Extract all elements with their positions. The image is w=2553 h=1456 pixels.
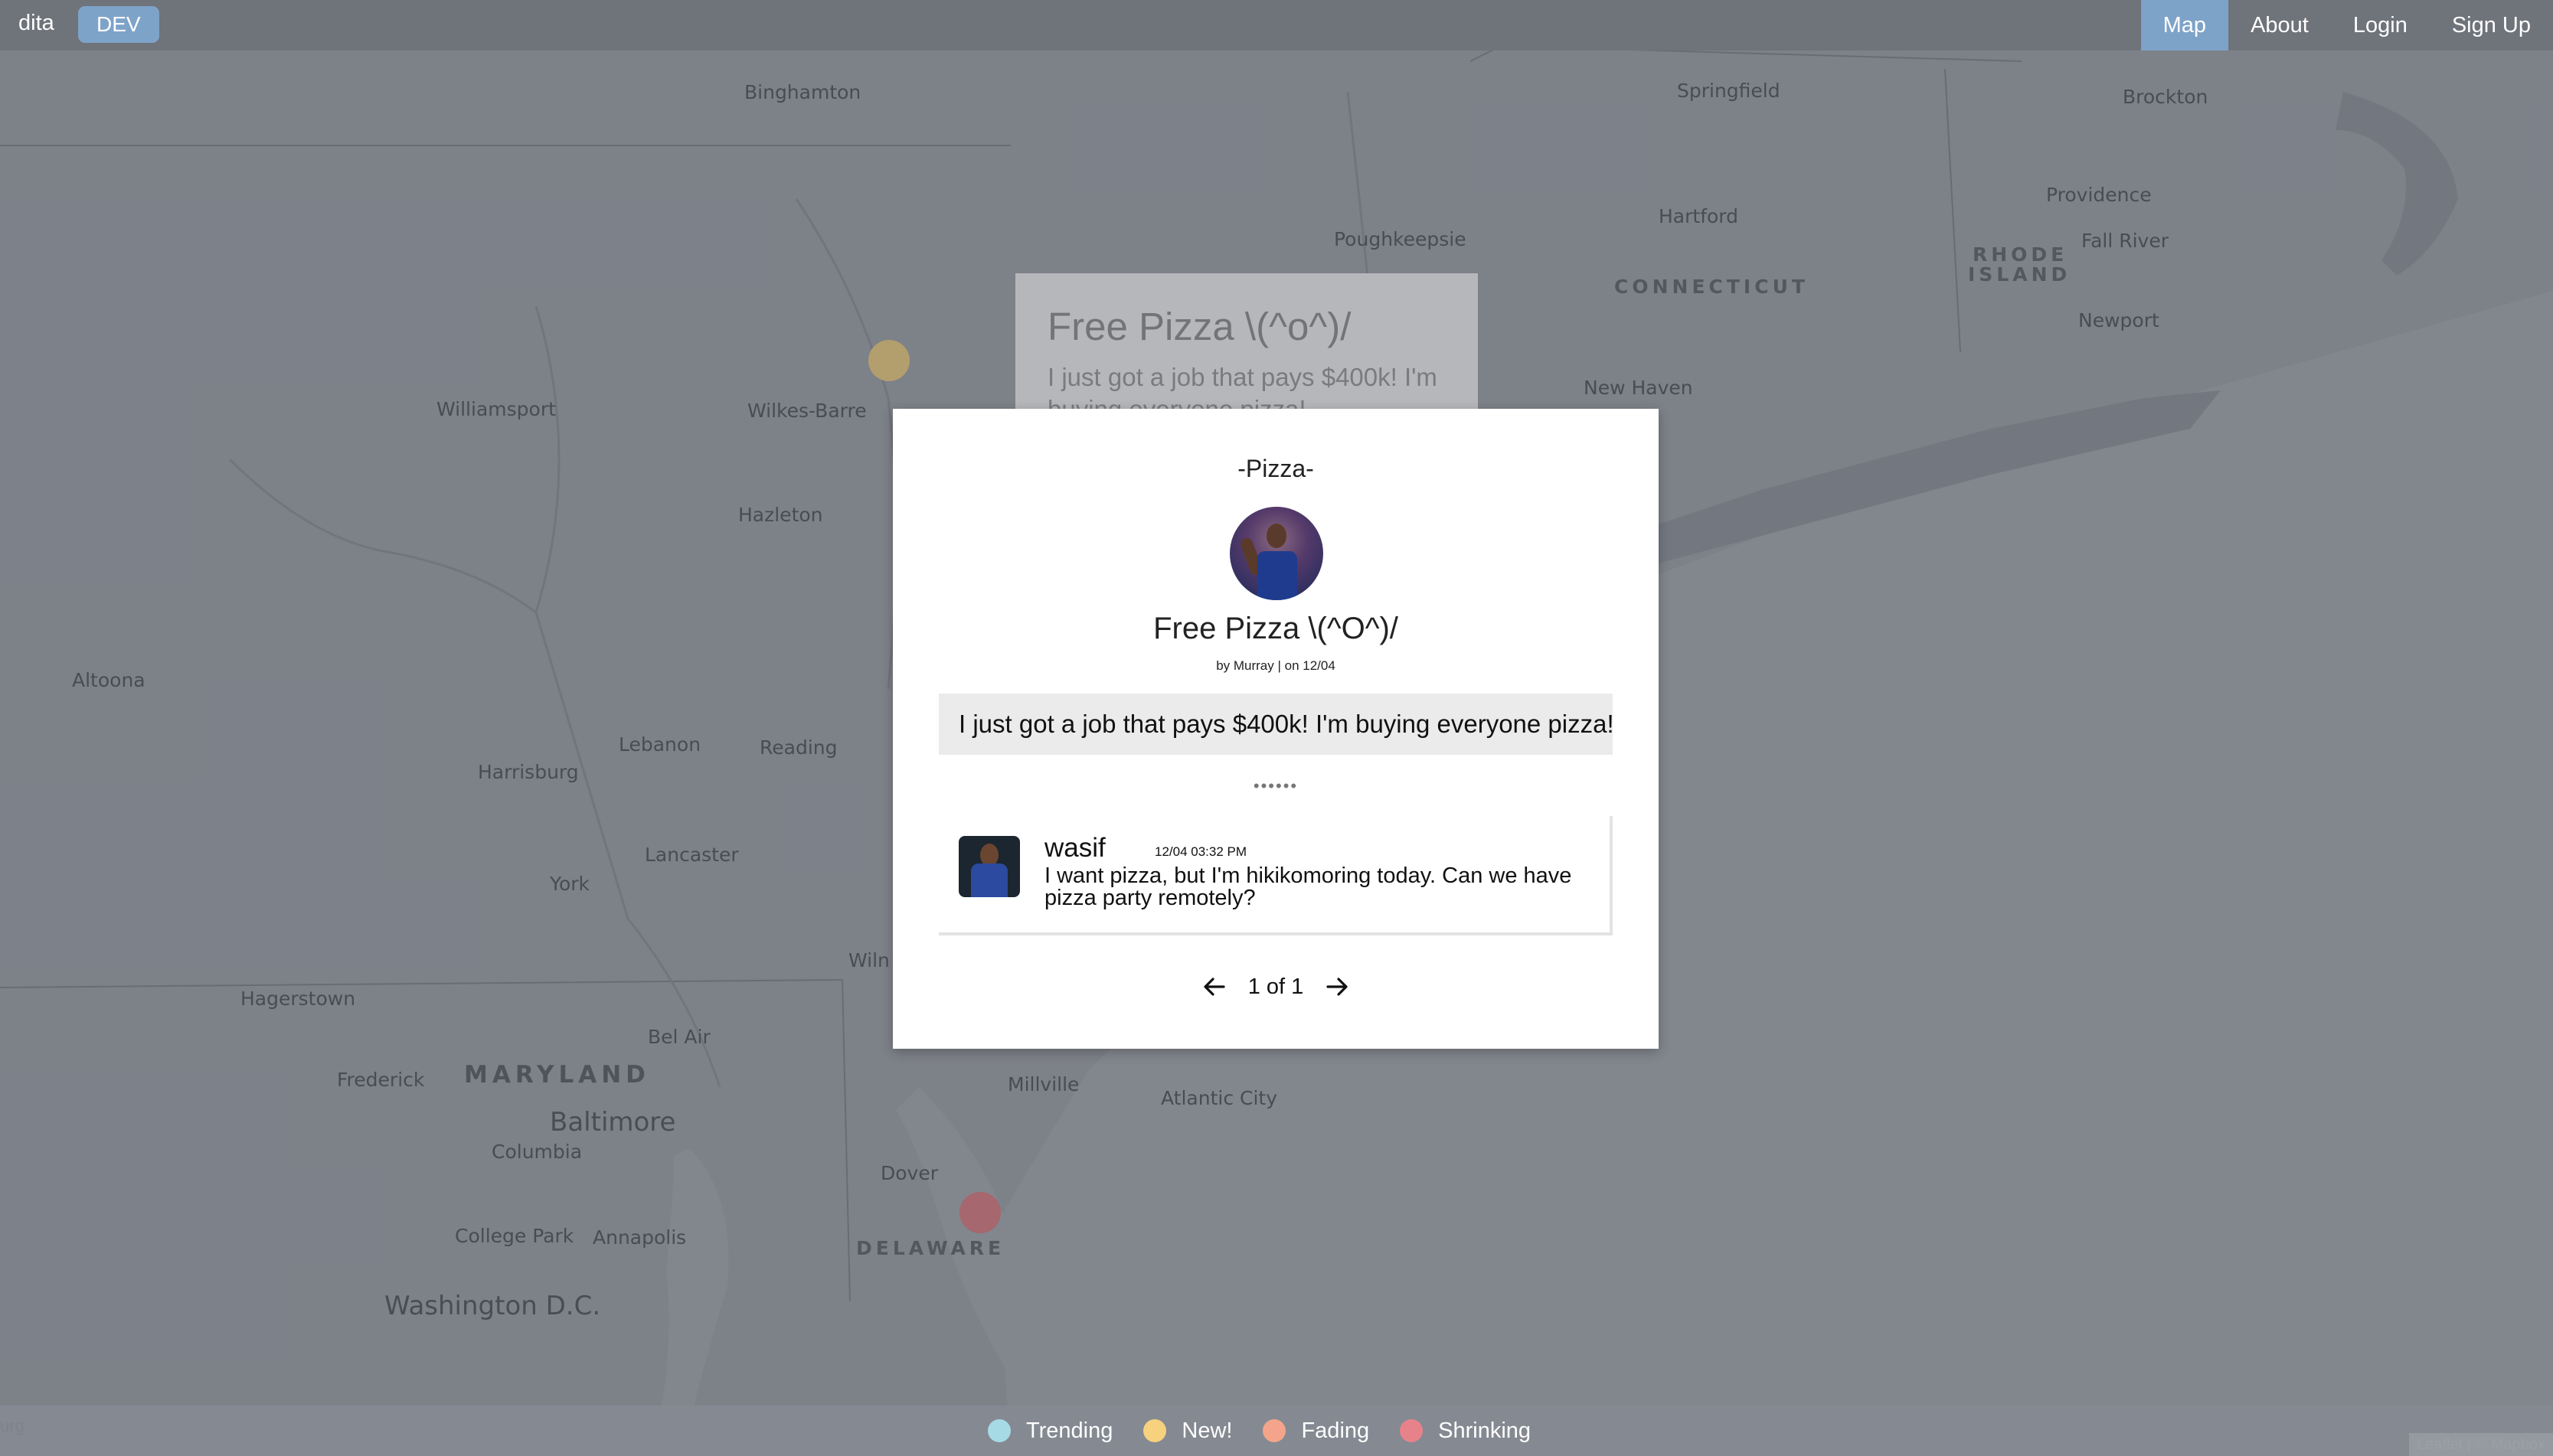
- nav-map[interactable]: Map: [2140, 0, 2229, 51]
- post-modal: -Pizza- Free Pizza \(^O^)/ by Murray | o…: [893, 409, 1659, 1049]
- nav-menu: Map About Login Sign Up: [2140, 0, 2553, 51]
- legend-trending: Trending: [988, 1418, 1113, 1444]
- arrow-left-icon[interactable]: [1199, 971, 1230, 1002]
- top-navbar: dita DEV Map About Login Sign Up: [0, 0, 2553, 51]
- comment-pager: 1 of 1: [893, 968, 1659, 1006]
- shrinking-dot-icon: [1400, 1419, 1424, 1442]
- nav-login[interactable]: Login: [2331, 0, 2430, 51]
- nav-about[interactable]: About: [2228, 0, 2331, 51]
- comment-author[interactable]: wasif: [1044, 833, 1106, 863]
- new-dot-icon: [1143, 1419, 1167, 1442]
- brand-logo[interactable]: dita: [18, 11, 54, 36]
- legend-shrinking: Shrinking: [1400, 1418, 1531, 1444]
- section-divider: ••••••: [1253, 776, 1299, 795]
- legend-new: New!: [1143, 1418, 1232, 1444]
- post-title: Free Pizza \(^O^)/: [1153, 612, 1398, 645]
- author-avatar: [1230, 507, 1323, 600]
- map-corner-label: urg: [0, 1416, 25, 1435]
- env-badge: DEV: [78, 6, 159, 43]
- post-body: I just got a job that pays $400k! I'm bu…: [939, 694, 1614, 755]
- comment-item: wasif 12/04 03:32 PM I want pizza, but I…: [939, 816, 1613, 935]
- nav-signup[interactable]: Sign Up: [2430, 0, 2553, 51]
- post-meta: by Murray | on 12/04: [1216, 658, 1335, 673]
- post-category: -Pizza-: [1237, 455, 1314, 482]
- map-attribution[interactable]: Leaflet | © Mapbox: [2409, 1433, 2553, 1456]
- legend-label: Trending: [1026, 1418, 1113, 1443]
- legend-label: Shrinking: [1438, 1418, 1531, 1443]
- legend-fading: Fading: [1263, 1418, 1369, 1444]
- legend-label: Fading: [1301, 1418, 1370, 1443]
- legend-label: New!: [1182, 1418, 1233, 1443]
- fading-dot-icon: [1263, 1419, 1286, 1442]
- comment-timestamp: 12/04 03:32 PM: [1155, 844, 1247, 859]
- commenter-avatar: [959, 836, 1020, 897]
- legend-bar: Trending New! Fading Shrinking: [0, 1405, 2553, 1456]
- comment-text: I want pizza, but I'm hikikomoring today…: [1044, 863, 1572, 910]
- page-indicator: 1 of 1: [1247, 974, 1304, 999]
- arrow-right-icon[interactable]: [1322, 971, 1352, 1002]
- trending-dot-icon: [988, 1419, 1011, 1442]
